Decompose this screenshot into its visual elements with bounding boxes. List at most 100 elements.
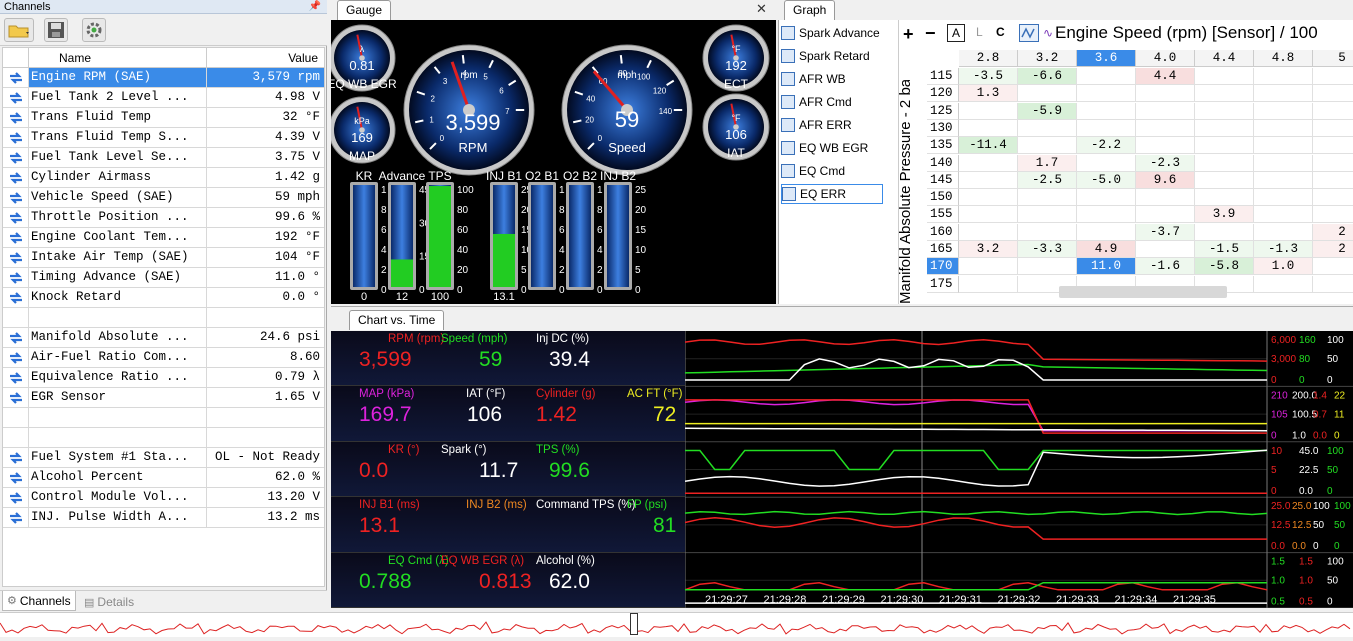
table-cell[interactable] — [1313, 103, 1353, 120]
table-cell[interactable] — [1136, 85, 1195, 103]
table-cell[interactable] — [1136, 189, 1195, 207]
time-chart[interactable]: 6,000 160 1003,000 80 500 0 0210 200.01.4 22105 1… — [685, 331, 1353, 608]
table-cell[interactable] — [1077, 119, 1136, 137]
open-folder-button[interactable] — [4, 18, 34, 42]
cvt-readout-row[interactable]: EQ Cmd (λ) 0.788 EQ WB EGR (λ) 0.813 Alcohol… — [331, 552, 685, 608]
table-row-header[interactable]: 175 — [927, 275, 959, 293]
overview-strip[interactable] — [0, 612, 1353, 637]
table-cell[interactable] — [1313, 68, 1353, 85]
table-column-header[interactable]: 3.2 — [1018, 50, 1077, 67]
table-cell[interactable] — [1195, 223, 1254, 241]
table-cell[interactable] — [1254, 206, 1313, 224]
a-mode-button[interactable]: A — [947, 24, 965, 42]
table-cell[interactable] — [959, 275, 1018, 293]
channel-row[interactable]: Trans Fluid Temp S... 4.39 V — [3, 128, 324, 148]
table-cell[interactable] — [1018, 119, 1077, 137]
horizontal-scrollbar-thumb[interactable] — [1059, 286, 1227, 298]
table-cell[interactable] — [959, 102, 1018, 120]
table-row-header[interactable]: 165 — [927, 241, 959, 258]
table-cell[interactable] — [1136, 206, 1195, 224]
table-cell[interactable] — [1136, 102, 1195, 120]
channel-row[interactable]: Throttle Position ... 99.6 % — [3, 208, 324, 228]
table-cell[interactable] — [959, 119, 1018, 137]
graph-item[interactable]: AFR Cmd — [781, 92, 883, 112]
table-column-header[interactable]: 4.8 — [1254, 50, 1313, 67]
table-row-header[interactable]: 155 — [927, 206, 959, 224]
graph-item[interactable]: AFR ERR — [781, 115, 883, 135]
settings-button[interactable] — [82, 18, 106, 42]
table-row-header[interactable]: 140 — [927, 154, 959, 172]
subtract-button[interactable]: − — [925, 23, 936, 44]
table-cell[interactable] — [1313, 258, 1353, 276]
table-cell[interactable] — [1077, 102, 1136, 120]
table-row-header[interactable]: 145 — [927, 171, 959, 189]
table-cell[interactable]: 3.9 — [1195, 206, 1254, 224]
cvt-readout-row[interactable]: KR (°) 0.0 Spark (°) 11.7 TPS (%) 99.6 — [331, 441, 685, 498]
cvt-readout-row[interactable]: INJ B1 (ms) 13.1 INJ B2 (ms) Command TPS (%… — [331, 497, 685, 553]
column-header-name[interactable]: Name — [29, 48, 207, 67]
channel-row[interactable]: Air-Fuel Ratio Com... 8.60 — [3, 348, 324, 368]
table-cell[interactable] — [1254, 189, 1313, 207]
channel-row[interactable] — [3, 428, 324, 448]
table-cell[interactable] — [959, 223, 1018, 241]
table-cell[interactable] — [1313, 189, 1353, 207]
table-column-header[interactable]: 4.0 — [1136, 50, 1195, 67]
table-cell[interactable] — [1195, 102, 1254, 120]
channel-row[interactable]: Timing Advance (SAE) 11.0 ° — [3, 268, 324, 288]
table-cell[interactable]: 2 — [1313, 223, 1353, 241]
table-row-header[interactable]: 135 — [927, 137, 959, 155]
table-row-header[interactable]: 120 — [927, 85, 959, 103]
close-icon[interactable]: ✕ — [756, 1, 767, 17]
table-cell[interactable]: 1.3 — [959, 85, 1018, 103]
channel-row[interactable]: Fuel Tank 2 Level ... 4.98 V — [3, 88, 324, 108]
table-cell[interactable] — [1313, 172, 1353, 189]
table-cell[interactable]: -2.5 — [1018, 171, 1077, 189]
channel-row[interactable]: Fuel System #1 Sta... OL - Not Ready — [3, 448, 324, 468]
table-cell[interactable]: -2.2 — [1077, 137, 1136, 155]
table-cell[interactable] — [1195, 137, 1254, 155]
tab-details[interactable]: ▤ Details — [80, 593, 138, 611]
channel-row[interactable]: Engine Coolant Tem... 192 °F — [3, 228, 324, 248]
table-cell[interactable]: -3.7 — [1136, 223, 1195, 241]
table-cell[interactable] — [1254, 85, 1313, 103]
channel-row[interactable]: Equivalence Ratio ... 0.79 λ — [3, 368, 324, 388]
l-mode-button[interactable]: L — [976, 25, 983, 39]
table-column-header[interactable]: 3.6 — [1077, 50, 1136, 67]
channel-row[interactable]: EGR Sensor 1.65 V — [3, 388, 324, 408]
channel-row[interactable] — [3, 308, 324, 328]
table-cell[interactable] — [1136, 241, 1195, 258]
table-cell[interactable]: -11.4 — [959, 137, 1018, 155]
channel-row[interactable]: Alcohol Percent 62.0 % — [3, 468, 324, 488]
channel-row[interactable]: Vehicle Speed (SAE) 59 mph — [3, 188, 324, 208]
add-button[interactable]: + — [903, 24, 914, 45]
tab-graph[interactable]: Graph — [784, 0, 836, 20]
table-cell[interactable]: 11.0 — [1077, 258, 1136, 276]
timeline-cursor-handle[interactable] — [630, 613, 638, 635]
table-cell[interactable] — [1195, 68, 1254, 85]
cvt-readout-row[interactable]: MAP (kPa) 169.7 IAT (°F) 106 Cylinder (g) 1.4… — [331, 386, 685, 442]
table-cell[interactable]: -1.6 — [1136, 258, 1195, 276]
channel-row[interactable]: INJ. Pulse Width A... 13.2 ms — [3, 508, 324, 528]
graph-toggle-button[interactable] — [1019, 24, 1039, 42]
table-cell[interactable] — [1195, 189, 1254, 207]
c-mode-button[interactable]: C — [996, 25, 1005, 39]
table-cell[interactable]: -1.3 — [1254, 241, 1313, 258]
table-cell[interactable] — [1077, 223, 1136, 241]
pin-icon[interactable]: 📌 — [309, 0, 321, 14]
table-row-header[interactable]: 125 — [927, 102, 959, 120]
tab-gauge[interactable]: Gauge — [337, 0, 392, 20]
table-cell[interactable]: 1.0 — [1254, 258, 1313, 276]
table-row-header[interactable]: 170 — [927, 258, 959, 276]
table-cell[interactable] — [1018, 223, 1077, 241]
table-cell[interactable] — [1195, 154, 1254, 172]
table-cell[interactable]: -5.0 — [1077, 171, 1136, 189]
table-cell[interactable] — [959, 258, 1018, 276]
channel-row[interactable]: Manifold Absolute ... 24.6 psi — [3, 328, 324, 348]
table-cell[interactable] — [959, 154, 1018, 172]
table-cell[interactable]: 9.6 — [1136, 171, 1195, 189]
table-cell[interactable] — [1018, 189, 1077, 207]
table-cell[interactable] — [1195, 171, 1254, 189]
table-row-header[interactable]: 150 — [927, 189, 959, 207]
table-column-header[interactable]: 2.8 — [959, 50, 1018, 67]
table-cell[interactable] — [1195, 119, 1254, 137]
